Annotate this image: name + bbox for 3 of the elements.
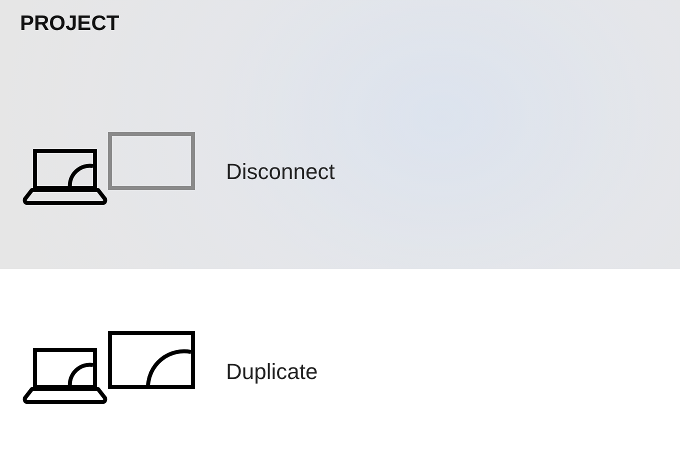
project-option[interactable]: Disconnect bbox=[0, 70, 680, 270]
panel-title: PROJECT bbox=[20, 12, 120, 35]
project-option[interactable]: Duplicate bbox=[0, 269, 680, 469]
